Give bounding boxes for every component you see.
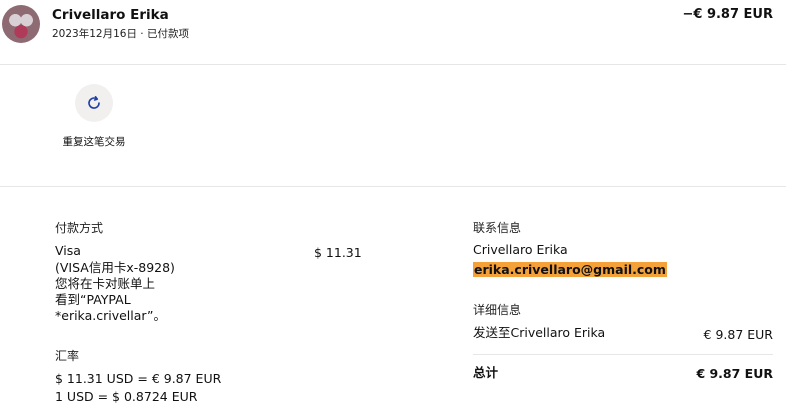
- repeat-transaction-label[interactable]: 重复这笔交易: [62, 135, 126, 150]
- transaction-header: Crivellaro Erika 2023年12月16日 · 已付款项 −€ 9…: [0, 0, 786, 65]
- details-label: 详细信息: [473, 303, 522, 317]
- refresh-icon: [88, 96, 100, 109]
- payment-method-line: *erika.crivellar”。: [55, 308, 167, 323]
- action-bar: 重复这笔交易: [0, 65, 786, 187]
- transaction-meta: 2023年12月16日 · 已付款项: [52, 28, 189, 40]
- send-amount: € 9.87 EUR: [703, 327, 773, 342]
- divider: [473, 354, 773, 355]
- total-label: 总计: [473, 365, 499, 380]
- total-amount: € 9.87 EUR: [696, 366, 773, 381]
- send-to-text: 发送至Crivellaro Erika: [473, 325, 606, 340]
- payment-amount: $ 11.31: [314, 245, 362, 260]
- contact-name: Crivellaro Erika: [473, 242, 568, 257]
- counterparty-name: Crivellaro Erika: [52, 7, 169, 23]
- payment-method-label: 付款方式: [55, 221, 104, 235]
- contact-info-label: 联系信息: [473, 221, 522, 235]
- exchange-rate-line: $ 11.31 USD = € 9.87 EUR: [55, 371, 222, 386]
- payment-method-line: 看到“PAYPAL: [55, 292, 131, 307]
- transaction-amount: −€ 9.87 EUR: [682, 7, 773, 22]
- exchange-rate-label: 汇率: [55, 349, 80, 363]
- exchange-rate-line: 1 USD = $ 0.8724 EUR: [55, 389, 198, 404]
- payment-method-line: Visa: [55, 243, 81, 258]
- contact-email[interactable]: erika.crivellaro@gmail.com: [473, 262, 667, 277]
- payment-method-line: 您将在卡对账单上: [55, 276, 156, 291]
- repeat-transaction-button[interactable]: [75, 84, 113, 122]
- payment-method-line: (VISA信用卡x-8928): [55, 260, 175, 275]
- avatar: [2, 5, 40, 43]
